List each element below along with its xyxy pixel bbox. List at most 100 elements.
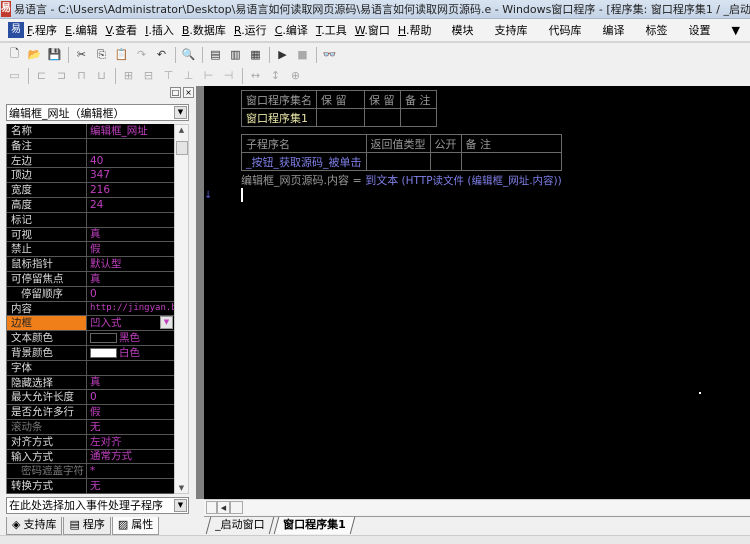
property-value[interactable]: [87, 361, 174, 375]
center-h-icon[interactable]: ⊞: [120, 67, 137, 84]
cell[interactable]: [364, 108, 401, 127]
event-selector[interactable]: 在此处选择加入事件处理子程序 ▼: [6, 497, 189, 514]
property-value[interactable]: [87, 139, 174, 153]
property-row[interactable]: 可视真: [7, 227, 174, 243]
open-folder-icon[interactable]: 📂: [26, 46, 43, 63]
property-value[interactable]: 0: [87, 390, 174, 404]
property-row[interactable]: 高度 24: [7, 197, 174, 213]
menu-right-item[interactable]: 编译: [603, 22, 625, 38]
object-selector[interactable]: 编辑框_网址（编辑框） ▼: [6, 104, 189, 121]
property-row[interactable]: 边框 凹入式 ▼: [7, 316, 174, 332]
align-left-icon[interactable]: ⊏: [33, 67, 50, 84]
cut-icon[interactable]: ✂: [73, 46, 90, 63]
property-value[interactable]: 黑色: [87, 331, 174, 345]
layout-2-icon[interactable]: ▥: [227, 46, 244, 63]
property-row[interactable]: 备注: [7, 138, 174, 154]
property-row[interactable]: 标记: [7, 212, 174, 228]
property-value[interactable]: 编辑框_网址: [87, 124, 174, 138]
property-row[interactable]: 背景颜色 白色: [7, 345, 174, 361]
cell[interactable]: [365, 152, 431, 171]
save-icon[interactable]: 💾: [46, 46, 63, 63]
property-value[interactable]: 216: [87, 183, 174, 197]
code-editor[interactable]: ↓ 窗口程序集名 保 留 保 留 备 注 窗口程序集1 子程序名 返回值类型 公…: [204, 86, 750, 499]
editor-tab[interactable]: _启动窗口: [205, 517, 274, 534]
property-row[interactable]: 隐藏选择真: [7, 375, 174, 391]
property-value[interactable]: 左对齐: [87, 435, 174, 449]
property-value[interactable]: 40: [87, 154, 174, 168]
property-value[interactable]: *: [87, 464, 174, 478]
cell[interactable]: [429, 152, 462, 171]
menu-item[interactable]: V.查看: [106, 22, 138, 38]
same-width-icon[interactable]: ⊤: [160, 67, 177, 84]
menu-item[interactable]: W.窗口: [355, 22, 390, 38]
property-value[interactable]: 347: [87, 168, 174, 182]
property-value[interactable]: 白色: [87, 346, 174, 360]
property-row[interactable]: 停留顺序 0: [7, 286, 174, 302]
stop-icon[interactable]: ■: [294, 46, 311, 63]
property-row[interactable]: 输入方式 通常方式: [7, 449, 174, 465]
editor-hscrollbar[interactable]: ◀: [204, 499, 750, 515]
panel-splitter[interactable]: [196, 86, 204, 499]
form-icon[interactable]: ▭: [6, 67, 23, 84]
align-right-icon[interactable]: ⊐: [53, 67, 70, 84]
code-line[interactable]: 编辑框_网页源码.内容 = 到文本 (HTTP读文件 (编辑框_网址.内容)): [241, 172, 562, 188]
menu-item[interactable]: I.插入: [145, 22, 174, 38]
panel-tab[interactable]: ▤ 程序: [63, 517, 111, 535]
menu-right-item[interactable]: 设置: [689, 22, 711, 38]
property-value[interactable]: 假: [87, 405, 174, 419]
chevron-down-icon[interactable]: ▼: [160, 316, 173, 330]
cell[interactable]: [400, 108, 437, 127]
property-value[interactable]: 0: [87, 287, 174, 301]
menu-item[interactable]: F.程序: [27, 22, 57, 38]
menu-right-item[interactable]: 支持库: [495, 22, 528, 38]
center-v-icon[interactable]: ⊟: [140, 67, 157, 84]
paste-icon[interactable]: 📋: [113, 46, 130, 63]
chevron-down-icon[interactable]: ▼: [174, 106, 187, 119]
property-value[interactable]: http://jingyan.b: [87, 302, 174, 316]
scroll-thumb[interactable]: [230, 501, 243, 514]
menu-item[interactable]: E.编辑: [65, 22, 97, 38]
property-value[interactable]: 默认型: [87, 257, 174, 271]
property-value[interactable]: 假: [87, 242, 174, 256]
property-row[interactable]: 鼠标指针 默认型: [7, 257, 174, 272]
property-value[interactable]: 真: [87, 376, 174, 390]
property-row[interactable]: 密码遮盖字符 *: [7, 464, 174, 480]
property-row[interactable]: 顶边 347: [7, 168, 174, 184]
panel-tab[interactable]: ◈ 支持库: [6, 517, 63, 535]
property-row[interactable]: 滚动条无: [7, 419, 174, 435]
find-icon[interactable]: 🔍: [180, 46, 197, 63]
run-icon[interactable]: ▶: [274, 46, 291, 63]
menu-item[interactable]: H.帮助: [398, 22, 432, 38]
same-height-icon[interactable]: ⊥: [180, 67, 197, 84]
menu-right-item[interactable]: 代码库: [549, 22, 582, 38]
property-row[interactable]: 可停留焦点真: [7, 271, 174, 287]
property-row[interactable]: 对齐方式 左对齐: [7, 434, 174, 450]
menu-right-item[interactable]: 标签: [646, 22, 668, 38]
space-h-icon[interactable]: ⊢: [200, 67, 217, 84]
property-value[interactable]: 通常方式: [87, 450, 174, 464]
binoculars-icon[interactable]: 👓: [321, 46, 338, 63]
property-value[interactable]: [87, 213, 174, 227]
editor-tab[interactable]: 窗口程序集1: [273, 517, 355, 534]
menu-overflow-icon[interactable]: ▼: [732, 24, 740, 37]
property-row[interactable]: 内容 http://jingyan.b: [7, 301, 174, 317]
cell[interactable]: [460, 152, 562, 171]
align-bottom-icon[interactable]: ⊔: [93, 67, 110, 84]
maximize-panel-button[interactable]: □: [170, 87, 181, 98]
undo-icon[interactable]: ↶: [153, 46, 170, 63]
property-row[interactable]: 是否允许多行假: [7, 405, 174, 420]
subroutine-name-cell[interactable]: _按钮_获取源码_被单击: [241, 152, 367, 171]
menu-item[interactable]: C.编译: [275, 22, 308, 38]
property-row[interactable]: 转换方式无: [7, 479, 174, 494]
assembly-name-cell[interactable]: 窗口程序集1: [241, 108, 317, 127]
align-top-icon[interactable]: ⊓: [73, 67, 90, 84]
close-panel-button[interactable]: ×: [183, 87, 194, 98]
property-row[interactable]: 禁止假: [7, 242, 174, 258]
menu-right-item[interactable]: 模块: [452, 22, 474, 38]
grid-icon[interactable]: ⊕: [287, 67, 304, 84]
property-row[interactable]: 宽度 216: [7, 183, 174, 198]
layout-1-icon[interactable]: ▤: [207, 46, 224, 63]
redo-icon[interactable]: ↷: [133, 46, 150, 63]
menu-item[interactable]: B.数据库: [182, 22, 226, 38]
menu-item[interactable]: T.工具: [316, 22, 347, 38]
